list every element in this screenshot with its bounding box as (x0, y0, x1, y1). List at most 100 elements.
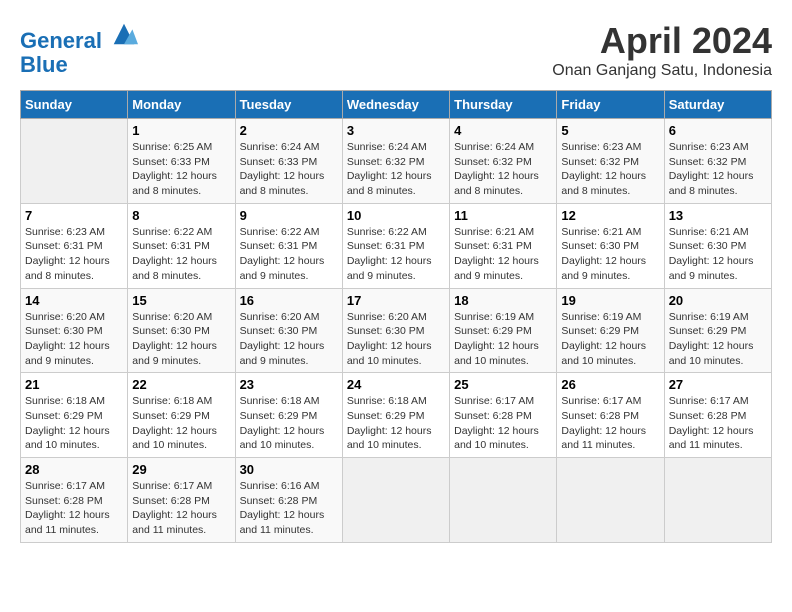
day-info: Sunrise: 6:25 AMSunset: 6:33 PMDaylight:… (132, 140, 230, 199)
day-number: 30 (240, 462, 338, 477)
calendar-cell: 16 Sunrise: 6:20 AMSunset: 6:30 PMDayligh… (235, 288, 342, 373)
day-info: Sunrise: 6:20 AMSunset: 6:30 PMDaylight:… (240, 310, 338, 369)
day-number: 23 (240, 377, 338, 392)
day-number: 5 (561, 123, 659, 138)
day-info: Sunrise: 6:22 AMSunset: 6:31 PMDaylight:… (132, 225, 230, 284)
header-sunday: Sunday (21, 91, 128, 119)
calendar-cell: 18Sunrise: 6:19 AMSunset: 6:29 PMDayligh… (450, 288, 557, 373)
day-number: 26 (561, 377, 659, 392)
day-number: 8 (132, 208, 230, 223)
day-number: 16 (240, 293, 338, 308)
day-number: 4 (454, 123, 552, 138)
day-number: 7 (25, 208, 123, 223)
calendar-week-row: 1 Sunrise: 6:25 AMSunset: 6:33 PMDaylight… (21, 119, 772, 204)
calendar-cell (342, 458, 449, 543)
day-number: 9 (240, 208, 338, 223)
day-number: 21 (25, 377, 123, 392)
day-info: Sunrise: 6:24 AMSunset: 6:32 PMDaylight:… (347, 140, 445, 199)
day-info: Sunrise: 6:24 AMSunset: 6:33 PMDaylight:… (240, 140, 338, 199)
calendar-cell: 10 Sunrise: 6:22 AMSunset: 6:31 PMDayligh… (342, 203, 449, 288)
calendar-cell: 7 Sunrise: 6:23 AMSunset: 6:31 PMDaylight… (21, 203, 128, 288)
day-info: Sunrise: 6:23 AMSunset: 6:32 PMDaylight:… (669, 140, 767, 199)
day-info: Sunrise: 6:17 AMSunset: 6:28 PMDaylight:… (25, 479, 123, 538)
day-number: 19 (561, 293, 659, 308)
day-number: 22 (132, 377, 230, 392)
day-number: 17 (347, 293, 445, 308)
day-number: 20 (669, 293, 767, 308)
calendar-cell: 8 Sunrise: 6:22 AMSunset: 6:31 PMDaylight… (128, 203, 235, 288)
calendar-header-row: SundayMondayTuesdayWednesdayThursdayFrid… (21, 91, 772, 119)
calendar-cell: 6 Sunrise: 6:23 AMSunset: 6:32 PMDaylight… (664, 119, 771, 204)
calendar-cell: 17 Sunrise: 6:20 AMSunset: 6:30 PMDayligh… (342, 288, 449, 373)
calendar-cell: 5 Sunrise: 6:23 AMSunset: 6:32 PMDaylight… (557, 119, 664, 204)
calendar-cell: 29 Sunrise: 6:17 AMSunset: 6:28 PMDayligh… (128, 458, 235, 543)
calendar-cell: 9Sunrise: 6:22 AMSunset: 6:31 PMDaylight… (235, 203, 342, 288)
day-number: 2 (240, 123, 338, 138)
calendar-cell: 4 Sunrise: 6:24 AMSunset: 6:32 PMDaylight… (450, 119, 557, 204)
title-block: April 2024 Onan Ganjang Satu, Indonesia (552, 20, 772, 80)
calendar-cell: 11 Sunrise: 6:21 AMSunset: 6:31 PMDayligh… (450, 203, 557, 288)
day-info: Sunrise: 6:17 AMSunset: 6:28 PMDaylight:… (669, 394, 767, 453)
day-info: Sunrise: 6:17 AMSunset: 6:28 PMDaylight:… (132, 479, 230, 538)
calendar-cell: 28Sunrise: 6:17 AMSunset: 6:28 PMDayligh… (21, 458, 128, 543)
location-subtitle: Onan Ganjang Satu, Indonesia (552, 62, 772, 80)
day-info: Sunrise: 6:20 AMSunset: 6:30 PMDaylight:… (347, 310, 445, 369)
day-info: Sunrise: 6:21 AMSunset: 6:30 PMDaylight:… (561, 225, 659, 284)
calendar-cell: 30 Sunrise: 6:16 AMSunset: 6:28 PMDayligh… (235, 458, 342, 543)
day-info: Sunrise: 6:20 AMSunset: 6:30 PMDaylight:… (132, 310, 230, 369)
header-tuesday: Tuesday (235, 91, 342, 119)
calendar-cell: 22Sunrise: 6:18 AMSunset: 6:29 PMDayligh… (128, 373, 235, 458)
day-number: 18 (454, 293, 552, 308)
calendar-cell: 12Sunrise: 6:21 AMSunset: 6:30 PMDayligh… (557, 203, 664, 288)
calendar-cell: 20 Sunrise: 6:19 AMSunset: 6:29 PMDayligh… (664, 288, 771, 373)
day-number: 25 (454, 377, 552, 392)
day-info: Sunrise: 6:19 AMSunset: 6:29 PMDaylight:… (669, 310, 767, 369)
day-info: Sunrise: 6:23 AMSunset: 6:31 PMDaylight:… (25, 225, 123, 284)
calendar-cell: 25 Sunrise: 6:17 AMSunset: 6:28 PMDayligh… (450, 373, 557, 458)
calendar-cell: 1 Sunrise: 6:25 AMSunset: 6:33 PMDaylight… (128, 119, 235, 204)
day-number: 11 (454, 208, 552, 223)
day-info: Sunrise: 6:21 AMSunset: 6:30 PMDaylight:… (669, 225, 767, 284)
calendar-cell: 2 Sunrise: 6:24 AMSunset: 6:33 PMDaylight… (235, 119, 342, 204)
calendar-week-row: 21 Sunrise: 6:18 AMSunset: 6:29 PMDayligh… (21, 373, 772, 458)
day-info: Sunrise: 6:21 AMSunset: 6:31 PMDaylight:… (454, 225, 552, 284)
calendar-week-row: 14 Sunrise: 6:20 AMSunset: 6:30 PMDayligh… (21, 288, 772, 373)
header-friday: Friday (557, 91, 664, 119)
logo-icon (110, 20, 138, 48)
day-info: Sunrise: 6:18 AMSunset: 6:29 PMDaylight:… (347, 394, 445, 453)
day-number: 3 (347, 123, 445, 138)
day-number: 14 (25, 293, 123, 308)
day-info: Sunrise: 6:17 AMSunset: 6:28 PMDaylight:… (454, 394, 552, 453)
calendar-week-row: 28Sunrise: 6:17 AMSunset: 6:28 PMDayligh… (21, 458, 772, 543)
day-info: Sunrise: 6:22 AMSunset: 6:31 PMDaylight:… (347, 225, 445, 284)
day-info: Sunrise: 6:18 AMSunset: 6:29 PMDaylight:… (240, 394, 338, 453)
day-number: 27 (669, 377, 767, 392)
calendar-cell (21, 119, 128, 204)
day-info: Sunrise: 6:18 AMSunset: 6:29 PMDaylight:… (25, 394, 123, 453)
calendar-cell: 23 Sunrise: 6:18 AMSunset: 6:29 PMDayligh… (235, 373, 342, 458)
calendar-cell: 26Sunrise: 6:17 AMSunset: 6:28 PMDayligh… (557, 373, 664, 458)
day-info: Sunrise: 6:24 AMSunset: 6:32 PMDaylight:… (454, 140, 552, 199)
calendar-cell: 27 Sunrise: 6:17 AMSunset: 6:28 PMDayligh… (664, 373, 771, 458)
day-info: Sunrise: 6:19 AMSunset: 6:29 PMDaylight:… (561, 310, 659, 369)
day-info: Sunrise: 6:23 AMSunset: 6:32 PMDaylight:… (561, 140, 659, 199)
day-number: 1 (132, 123, 230, 138)
day-info: Sunrise: 6:20 AMSunset: 6:30 PMDaylight:… (25, 310, 123, 369)
day-number: 6 (669, 123, 767, 138)
logo: General Blue (20, 20, 138, 77)
header-monday: Monday (128, 91, 235, 119)
calendar-cell: 14 Sunrise: 6:20 AMSunset: 6:30 PMDayligh… (21, 288, 128, 373)
day-number: 10 (347, 208, 445, 223)
calendar-cell (664, 458, 771, 543)
day-number: 13 (669, 208, 767, 223)
month-title: April 2024 (552, 20, 772, 62)
calendar-cell (450, 458, 557, 543)
calendar-week-row: 7 Sunrise: 6:23 AMSunset: 6:31 PMDaylight… (21, 203, 772, 288)
day-number: 29 (132, 462, 230, 477)
calendar-cell (557, 458, 664, 543)
calendar-cell: 15Sunrise: 6:20 AMSunset: 6:30 PMDayligh… (128, 288, 235, 373)
header-wednesday: Wednesday (342, 91, 449, 119)
calendar-table: SundayMondayTuesdayWednesdayThursdayFrid… (20, 90, 772, 543)
day-info: Sunrise: 6:16 AMSunset: 6:28 PMDaylight:… (240, 479, 338, 538)
calendar-cell: 21 Sunrise: 6:18 AMSunset: 6:29 PMDayligh… (21, 373, 128, 458)
